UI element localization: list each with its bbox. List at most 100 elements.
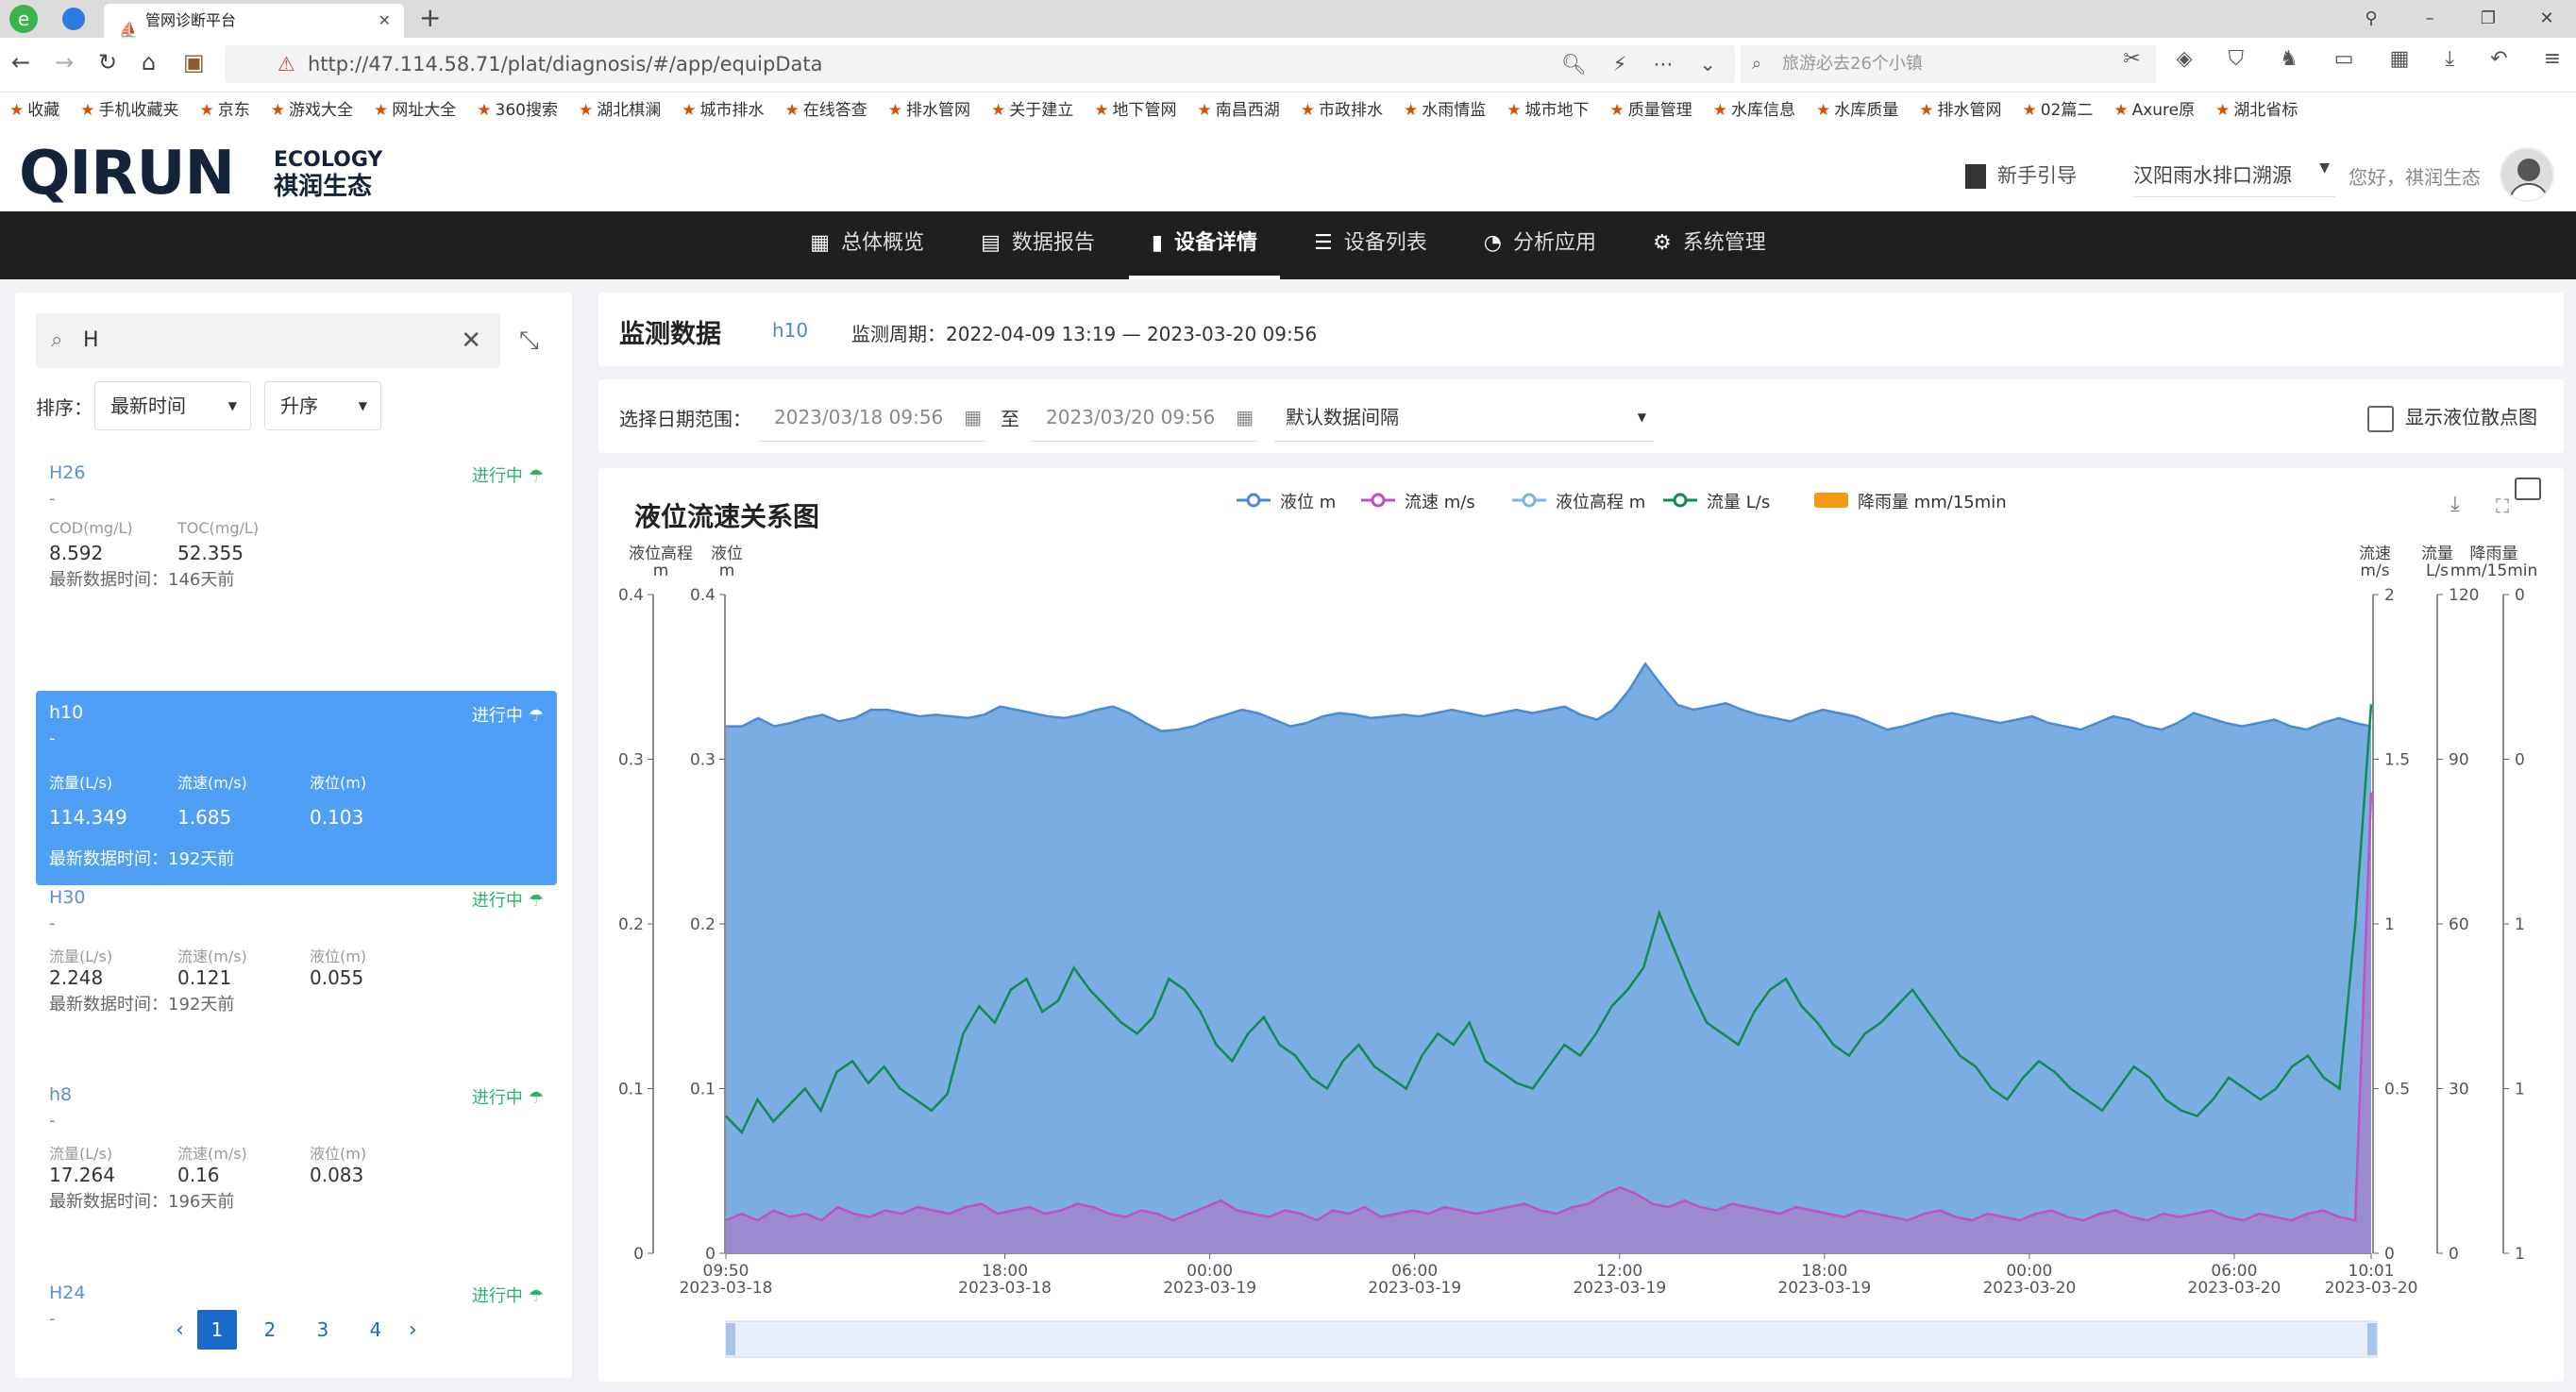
bookmark-item[interactable]: 南昌西湖 (1216, 101, 1280, 120)
cut-icon[interactable]: ✂ (2123, 47, 2140, 71)
brand-subtitle-cn: 祺润生态 (274, 173, 373, 201)
interval-select[interactable]: 默认数据间隔 ▼ (1274, 393, 1654, 442)
tab-close-icon[interactable]: ✕ (379, 4, 391, 38)
page-button[interactable]: 3 (303, 1310, 343, 1350)
address-bar[interactable]: ⚠ http://47.114.58.71/plat/diagnosis/#/a… (225, 45, 1735, 83)
download-icon[interactable]: ⤓ (2450, 493, 2460, 516)
bookmark-icon: ★ (374, 101, 389, 120)
home-icon[interactable]: ⌂ (142, 49, 156, 75)
device-card[interactable]: h10 进行中 ☂ - 流量(L/s) 114.349 流速(m/s) 1.685 液位(m) 0… (36, 691, 557, 885)
device-card[interactable]: h8 进行中 ☂ - 流量(L/s) 17.264 流速(m/s) 0.16 液位(m) 0.08… (36, 1073, 557, 1215)
sort-field-select[interactable]: 最新时间 ▼ (94, 381, 251, 430)
bookmark-item[interactable]: 排水管网 (1937, 101, 2001, 120)
window-controls: ⚲ – ❐ ✕ (2342, 0, 2576, 38)
clear-icon[interactable]: ✕ (461, 313, 481, 368)
nav-item[interactable]: ⚙ 系统管理 (1630, 211, 1789, 279)
bookmark-item[interactable]: 网址大全 (392, 101, 456, 120)
wallet-icon[interactable]: ▣ (183, 49, 205, 75)
bookmark-item[interactable]: 水雨情监 (1422, 101, 1486, 120)
nav-item[interactable]: ▦ 总体概览 (787, 211, 947, 279)
browser-tab[interactable]: ⛵ 管网诊断平台 ✕ (104, 4, 404, 39)
browser-shortcut-icon[interactable] (62, 8, 85, 30)
bookmark-item[interactable]: 收藏 (27, 101, 59, 120)
bookmark-item[interactable]: 水库质量 (1834, 101, 1898, 120)
field-label: 流速(m/s) (177, 774, 247, 792)
x-tick-date: 2023-03-20 (1982, 1279, 2076, 1298)
bookmark-icon: ★ (990, 101, 1006, 120)
bookmark-item[interactable]: 湖北棋澜 (597, 101, 661, 120)
nav-item[interactable]: ☰ 设备列表 (1291, 211, 1450, 279)
report-icon: ▤ (981, 231, 1001, 255)
caret-down-icon: ▼ (2319, 160, 2330, 176)
device-card[interactable]: H30 进行中 ☂ - 流量(L/s) 2.248 流速(m/s) 0.121 液位(m) 0.0… (36, 876, 557, 1017)
bookmark-item[interactable]: 城市地下 (1524, 101, 1589, 120)
game-icon[interactable]: ♞ (2280, 47, 2298, 71)
page-button[interactable]: 4 (356, 1310, 396, 1350)
bookmark-item[interactable]: 手机收藏夹 (99, 101, 179, 120)
end-date-input[interactable]: 2023/03/20 09:56 ▦ (1031, 393, 1257, 442)
nav-item[interactable]: ◔ 分析应用 (1461, 211, 1619, 279)
bookmark-item[interactable]: 质量管理 (1628, 101, 1692, 120)
extension-icon[interactable]: ◈ (2177, 47, 2193, 71)
dropdown-icon[interactable]: ⌄ (1699, 45, 1716, 83)
bookmark-item[interactable]: 城市排水 (699, 101, 764, 120)
nav-item[interactable]: ▮ 设备详情 (1128, 211, 1281, 279)
undo-icon[interactable]: ↶ (2490, 47, 2507, 71)
download-icon[interactable]: ⤓ (2445, 47, 2454, 71)
device-card[interactable]: H26 进行中 ☂ - COD(mg/L) 8.592 TOC(mg/L) 52.355 最新数… (36, 451, 557, 593)
bookmark-item[interactable]: 02篇二 (2041, 101, 2094, 120)
bookmark-item[interactable]: 360搜索 (496, 101, 558, 120)
bookmark-item[interactable]: 水库信息 (1731, 101, 1795, 120)
page-button[interactable]: 2 (250, 1310, 290, 1350)
sort-order-select[interactable]: 升序 ▼ (264, 381, 381, 430)
brand-logo[interactable]: QIRUN (19, 143, 235, 204)
lightning-icon[interactable]: ⚡︎ (1613, 45, 1627, 83)
axis-tick-label: 0.5 (2384, 1081, 2410, 1099)
window-pin-icon[interactable]: ⚲ (2342, 0, 2400, 38)
bookmark-icon: ★ (1919, 101, 1934, 120)
field-value: 1.685 (177, 806, 232, 829)
start-date-input[interactable]: 2023/03/18 09:56 ▦ (759, 393, 985, 442)
site-selector[interactable]: 汉阳雨水排口溯源 ▼ (2133, 160, 2335, 197)
more-icon[interactable]: ⋯ (1653, 45, 1673, 83)
guide-link[interactable]: 新手引导 (1965, 160, 2077, 189)
fullscreen-icon[interactable]: ⛶ (2496, 495, 2509, 517)
bookmark-item[interactable]: 关于建立 (1009, 101, 1073, 120)
window-restore-button[interactable]: ❐ (2459, 0, 2517, 38)
greeting: 您好，祺润生态 (2349, 166, 2481, 189)
shield-icon[interactable]: ⛉ (2229, 47, 2245, 71)
back-icon[interactable]: ← (11, 49, 30, 75)
table-icon[interactable] (2515, 478, 2541, 500)
scatter-toggle[interactable]: 显示液位散点图 (2367, 402, 2537, 432)
end-date-value: 2023/03/20 09:56 (1046, 406, 1216, 428)
scatter-checkbox[interactable] (2367, 405, 2394, 432)
bookmark-item[interactable]: 地下管网 (1112, 101, 1176, 120)
bookmark-item[interactable]: 京东 (218, 101, 250, 120)
device-search-input[interactable]: ⌕ H ✕ (36, 313, 500, 368)
browser-search-box[interactable]: ⌕ 旅游必去26个小镇 (1741, 45, 2156, 83)
next-page-icon[interactable]: › (409, 1318, 417, 1342)
browser-logo-icon[interactable]: e (9, 5, 38, 33)
collapse-icon[interactable]: ⤡ (519, 327, 539, 356)
bookmark-item[interactable]: 排水管网 (906, 101, 970, 120)
level-speed-chart[interactable]: 液位 m 流速 m/s 液位高程 m 流量 L/s 降雨量 mm/15min液位高程m液… (598, 468, 2564, 1382)
bookmark-item[interactable]: 湖北省标 (2233, 101, 2298, 120)
bookmark-item[interactable]: Axure原 (2132, 101, 2196, 120)
avatar[interactable] (2500, 147, 2554, 202)
window-close-button[interactable]: ✕ (2517, 0, 2576, 38)
zoom-icon[interactable]: 🔍︎ (1561, 45, 1587, 83)
prev-page-icon[interactable]: ‹ (176, 1318, 184, 1342)
page-button[interactable]: 1 (196, 1310, 237, 1350)
forward-icon[interactable]: → (55, 49, 74, 75)
bookmark-item[interactable]: 市政排水 (1319, 101, 1383, 120)
window-minimize-button[interactable]: – (2400, 0, 2459, 38)
legend-label: 降雨量 mm/15min (1858, 493, 2007, 512)
new-tab-button[interactable]: + (419, 2, 441, 33)
bookmark-item[interactable]: 游戏大全 (289, 101, 353, 120)
menu-icon[interactable]: ≡ (2544, 47, 2561, 71)
apps-icon[interactable]: ▦ (2390, 47, 2410, 71)
bookmark-item[interactable]: 在线答查 (803, 101, 867, 120)
screen-icon[interactable]: ▭ (2334, 47, 2354, 71)
nav-item[interactable]: ▤ 数据报告 (958, 211, 1118, 279)
reload-icon[interactable]: ↻ (98, 49, 117, 75)
